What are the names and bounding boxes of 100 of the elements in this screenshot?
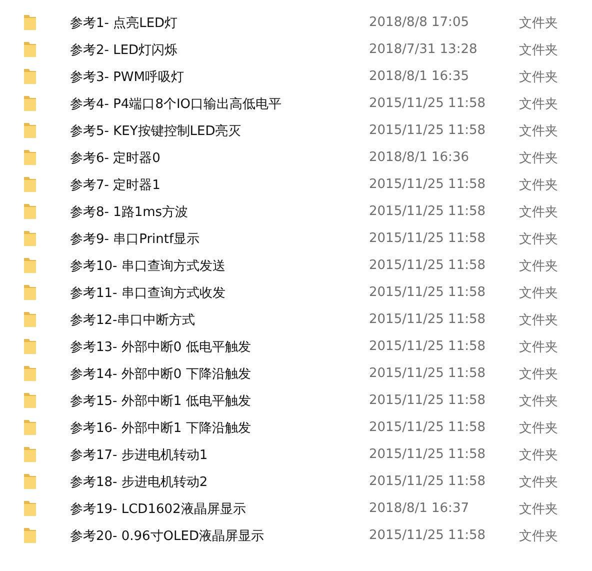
modified-date: 2015/11/25 11:58 <box>369 258 487 273</box>
modified-date: 2018/8/8 17:05 <box>369 15 470 30</box>
folder-row[interactable]: 参考18- 步进电机转动2 2015/11/25 11:58 文件夹 <box>0 468 592 495</box>
modified-date: 2015/11/25 11:58 <box>369 339 487 354</box>
item-type: 文件夹 <box>519 500 559 518</box>
modified-date: 2015/11/25 11:58 <box>369 393 487 408</box>
modified-date: 2015/11/25 11:58 <box>369 420 487 435</box>
modified-date: 2015/11/25 11:58 <box>369 177 487 192</box>
folder-name: 参考15- 外部中断1 低电平触发 <box>70 392 252 410</box>
folder-name: 参考18- 步进电机转动2 <box>70 474 209 490</box>
folder-row[interactable]: 参考10- 串口查询方式发送 2015/11/25 11:58 文件夹 <box>0 252 592 279</box>
modified-date: 2015/11/25 11:58 <box>369 312 487 327</box>
modified-date: 2018/8/1 16:36 <box>369 150 470 165</box>
modified-date: 2015/11/25 11:58 <box>369 96 487 111</box>
folder-name: 参考7- 定时器1 <box>70 176 162 194</box>
folder-row[interactable]: 参考13- 外部中断0 低电平触发 2015/11/25 11:58 文件夹 <box>0 333 592 360</box>
item-type: 文件夹 <box>519 42 559 58</box>
folder-name: 参考20- 0.96寸OLED液晶屏显示 <box>70 528 266 544</box>
folder-row[interactable]: 参考7- 定时器1 2015/11/25 11:58 文件夹 <box>0 171 592 198</box>
item-type: 文件夹 <box>519 420 559 436</box>
item-type: 文件夹 <box>519 528 559 544</box>
folder-row[interactable]: 参考16- 外部中断1 下降沿触发 2015/11/25 11:58 文件夹 <box>0 414 592 441</box>
item-type: 文件夹 <box>519 204 559 220</box>
modified-date: 2015/11/25 11:58 <box>369 474 487 489</box>
folder-row[interactable]: 参考14- 外部中断0 下降沿触发 2015/11/25 11:58 文件夹 <box>0 360 592 387</box>
folder-name: 参考9- 串口Printf显示 <box>70 230 201 248</box>
item-type: 文件夹 <box>519 150 559 166</box>
folder-row[interactable]: 参考9- 串口Printf显示 2015/11/25 11:58 文件夹 <box>0 225 592 252</box>
folder-name: 参考2- LED灯闪烁 <box>70 42 179 58</box>
folder-icon <box>23 122 37 139</box>
folder-icon <box>23 41 37 58</box>
folder-name: 参考1- 点亮LED灯 <box>70 14 179 32</box>
folder-row[interactable]: 参考3- PWM呼吸灯 2018/8/1 16:35 文件夹 <box>0 63 592 90</box>
item-type: 文件夹 <box>519 446 559 464</box>
folder-icon <box>23 419 37 436</box>
folder-row[interactable]: 参考20- 0.96寸OLED液晶屏显示 2015/11/25 11:58 文件夹 <box>0 522 592 549</box>
folder-name: 参考3- PWM呼吸灯 <box>70 68 186 86</box>
modified-date: 2015/11/25 11:58 <box>369 447 487 462</box>
folder-row[interactable]: 参考12-串口中断方式 2015/11/25 11:58 文件夹 <box>0 306 592 333</box>
item-type: 文件夹 <box>519 312 559 328</box>
item-type: 文件夹 <box>519 96 559 112</box>
item-type: 文件夹 <box>519 68 559 86</box>
item-type: 文件夹 <box>519 258 559 274</box>
folder-name: 参考13- 外部中断0 低电平触发 <box>70 338 252 356</box>
folder-icon <box>23 473 37 490</box>
folder-name: 参考17- 步进电机转动1 <box>70 446 209 464</box>
modified-date: 2015/11/25 11:58 <box>369 231 487 246</box>
modified-date: 2015/11/25 11:58 <box>369 528 487 543</box>
folder-name: 参考11- 串口查询方式收发 <box>70 284 226 302</box>
folder-row[interactable]: 参考8- 1路1ms方波 2015/11/25 11:58 文件夹 <box>0 198 592 225</box>
folder-icon <box>23 338 37 355</box>
modified-date: 2018/8/1 16:35 <box>369 69 470 84</box>
item-type: 文件夹 <box>519 474 559 490</box>
folder-icon <box>23 392 37 409</box>
folder-name: 参考8- 1路1ms方波 <box>70 204 190 220</box>
folder-row[interactable]: 参考6- 定时器0 2018/8/1 16:36 文件夹 <box>0 144 592 171</box>
item-type: 文件夹 <box>519 284 559 302</box>
modified-date: 2018/8/1 16:37 <box>369 501 470 516</box>
modified-date: 2015/11/25 11:58 <box>369 285 487 300</box>
folder-icon <box>23 68 37 85</box>
folder-row[interactable]: 参考2- LED灯闪烁 2018/7/31 13:28 文件夹 <box>0 36 592 63</box>
item-type: 文件夹 <box>519 122 559 140</box>
folder-icon <box>23 203 37 220</box>
modified-date: 2015/11/25 11:58 <box>369 204 487 219</box>
modified-date: 2015/11/25 11:58 <box>369 123 487 138</box>
folder-name: 参考6- 定时器0 <box>70 150 162 166</box>
item-type: 文件夹 <box>519 338 559 356</box>
folder-name: 参考16- 外部中断1 下降沿触发 <box>70 420 252 436</box>
folder-icon <box>23 284 37 301</box>
folder-icon <box>23 230 37 247</box>
folder-row[interactable]: 参考4- P4端口8个IO口输出高低电平 2015/11/25 11:58 文件夹 <box>0 90 592 117</box>
folder-row[interactable]: 参考17- 步进电机转动1 2015/11/25 11:58 文件夹 <box>0 441 592 468</box>
folder-icon <box>23 365 37 382</box>
modified-date: 2015/11/25 11:58 <box>369 366 487 381</box>
folder-icon <box>23 176 37 193</box>
folder-row[interactable]: 参考1- 点亮LED灯 2018/8/8 17:05 文件夹 <box>0 9 592 36</box>
folder-name: 参考19- LCD1602液晶屏显示 <box>70 500 247 518</box>
folder-icon <box>23 149 37 166</box>
folder-icon <box>23 311 37 328</box>
folder-name: 参考10- 串口查询方式发送 <box>70 258 226 274</box>
folder-row[interactable]: 参考15- 外部中断1 低电平触发 2015/11/25 11:58 文件夹 <box>0 387 592 414</box>
item-type: 文件夹 <box>519 392 559 410</box>
folder-name: 参考4- P4端口8个IO口输出高低电平 <box>70 96 283 112</box>
folder-name: 参考5- KEY按键控制LED亮灭 <box>70 122 242 140</box>
folder-icon <box>23 14 37 31</box>
folder-name: 参考12-串口中断方式 <box>70 312 196 328</box>
folder-row[interactable]: 参考19- LCD1602液晶屏显示 2018/8/1 16:37 文件夹 <box>0 495 592 522</box>
item-type: 文件夹 <box>519 230 559 248</box>
folder-icon <box>23 257 37 274</box>
folder-icon <box>23 500 37 517</box>
folder-icon <box>23 446 37 463</box>
folder-icon <box>23 527 37 544</box>
folder-name: 参考14- 外部中断0 下降沿触发 <box>70 366 252 382</box>
folder-row[interactable]: 参考5- KEY按键控制LED亮灭 2015/11/25 11:58 文件夹 <box>0 117 592 144</box>
item-type: 文件夹 <box>519 366 559 382</box>
item-type: 文件夹 <box>519 176 559 194</box>
folder-icon <box>23 95 37 112</box>
item-type: 文件夹 <box>519 14 559 32</box>
modified-date: 2018/7/31 13:28 <box>369 42 478 57</box>
folder-row[interactable]: 参考11- 串口查询方式收发 2015/11/25 11:58 文件夹 <box>0 279 592 306</box>
